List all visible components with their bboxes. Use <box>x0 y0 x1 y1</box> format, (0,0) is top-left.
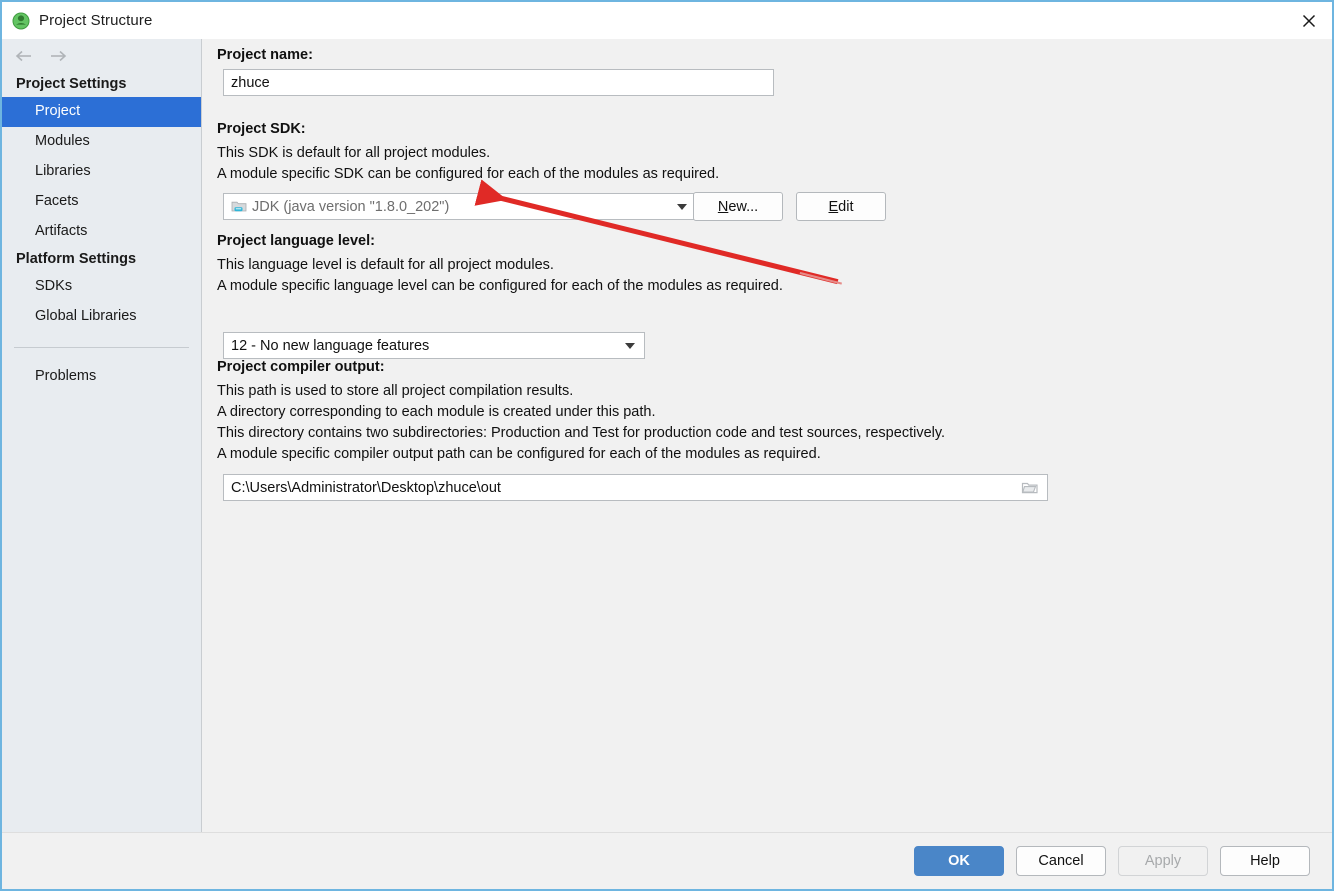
dialog-body: Project Settings Project Modules Librari… <box>2 39 1332 832</box>
new-sdk-button[interactable]: New... <box>693 192 783 221</box>
arrow-right-icon[interactable] <box>47 47 69 65</box>
edit-sdk-button-mnemonic: E <box>828 198 839 215</box>
new-sdk-button-mnemonic: N <box>717 198 729 215</box>
project-settings-panel: Project name: zhuce Project SDK: This SD… <box>202 39 1332 832</box>
close-icon[interactable] <box>1286 2 1332 39</box>
navigation-arrows <box>2 39 201 72</box>
sidebar-item-project[interactable]: Project <box>2 97 201 127</box>
project-name-input[interactable]: zhuce <box>223 69 774 96</box>
project-sdk-description-line-1: This SDK is default for all project modu… <box>217 145 491 161</box>
language-level-label: Project language level: <box>217 233 375 249</box>
chevron-down-icon[interactable] <box>625 342 635 349</box>
sidebar-item-global-libraries[interactable]: Global Libraries <box>2 302 201 332</box>
project-sdk-value: JDK (java version "1.8.0_202") <box>252 198 450 215</box>
sidebar-item-modules[interactable]: Modules <box>2 127 201 157</box>
cancel-button[interactable]: Cancel <box>1016 846 1106 876</box>
intellij-idea-icon <box>12 12 30 30</box>
project-structure-dialog: Project Structure Project Settings Proje… <box>0 0 1334 891</box>
project-sdk-label: Project SDK: <box>217 121 306 137</box>
arrow-left-icon[interactable] <box>13 47 35 65</box>
compiler-output-description-line-2: A directory corresponding to each module… <box>217 404 656 420</box>
sidebar-divider <box>14 347 189 348</box>
project-sdk-combo[interactable]: JDK (java version "1.8.0_202") <box>223 193 697 220</box>
compiler-output-description-line-1: This path is used to store all project c… <box>217 383 574 399</box>
compiler-output-field-wrap: C:\Users\Administrator\Desktop\zhuce\out <box>223 474 1048 501</box>
language-level-combo[interactable]: 12 - No new language features <box>223 332 645 359</box>
ok-button[interactable]: OK <box>914 846 1004 876</box>
dialog-button-bar: OK Cancel Apply Help <box>2 832 1332 889</box>
project-sdk-description-line-2: A module specific SDK can be configured … <box>217 166 720 182</box>
chevron-down-icon[interactable] <box>677 203 687 210</box>
compiler-output-value: C:\Users\Administrator\Desktop\zhuce\out <box>231 479 501 496</box>
jdk-folder-icon <box>231 199 247 214</box>
language-level-value: 12 - No new language features <box>231 337 430 354</box>
folder-browse-icon[interactable] <box>1021 480 1039 496</box>
sidebar-group-project-settings: Project Settings <box>16 76 127 92</box>
help-button[interactable]: Help <box>1220 846 1310 876</box>
language-level-description-line-2: A module specific language level can be … <box>217 278 783 294</box>
title-bar: Project Structure <box>2 2 1332 39</box>
compiler-output-description-line-4: A module specific compiler output path c… <box>217 446 821 462</box>
new-sdk-button-label-rest: ew... <box>728 198 759 215</box>
apply-button: Apply <box>1118 846 1208 876</box>
settings-sidebar: Project Settings Project Modules Librari… <box>2 39 202 832</box>
sidebar-item-facets[interactable]: Facets <box>2 187 201 217</box>
language-level-description-line-1: This language level is default for all p… <box>217 257 554 273</box>
compiler-output-label: Project compiler output: <box>217 359 385 375</box>
sidebar-group-platform-settings: Platform Settings <box>16 251 137 267</box>
sidebar-item-sdks[interactable]: SDKs <box>2 272 201 302</box>
compiler-output-description-line-3: This directory contains two subdirectori… <box>217 425 946 441</box>
project-name-label: Project name: <box>217 47 313 63</box>
edit-sdk-button[interactable]: Edit <box>796 192 886 221</box>
compiler-output-input[interactable]: C:\Users\Administrator\Desktop\zhuce\out <box>223 474 1048 501</box>
sidebar-item-libraries[interactable]: Libraries <box>2 157 201 187</box>
edit-sdk-button-label-rest: dit <box>838 198 854 215</box>
sidebar-item-problems[interactable]: Problems <box>2 362 201 392</box>
window-title: Project Structure <box>39 12 153 29</box>
sidebar-item-artifacts[interactable]: Artifacts <box>2 217 201 247</box>
